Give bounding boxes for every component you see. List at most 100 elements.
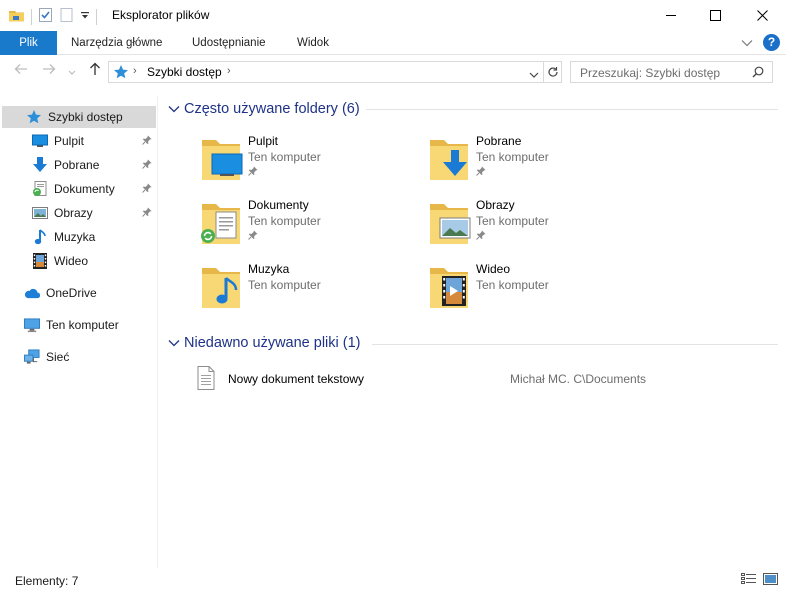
group-divider [366, 109, 778, 110]
pin-icon[interactable] [248, 166, 258, 179]
file-name: Nowy dokument tekstowy [228, 372, 365, 386]
view-switcher [741, 573, 778, 588]
folder-location: Ten komputer [476, 150, 549, 164]
group-divider [372, 344, 778, 345]
sidebar-item-label: Ten komputer [46, 318, 119, 332]
quick-access-toolbar [8, 7, 97, 26]
star-icon [26, 109, 42, 125]
folder-tile-desktop[interactable]: Pulpit Ten komputer [200, 134, 420, 190]
film-icon [32, 253, 48, 269]
chevron-down-icon [529, 72, 539, 78]
help-icon[interactable]: ? [763, 34, 780, 51]
title-bar: Eksplorator plików [0, 0, 786, 31]
refresh-icon [547, 67, 558, 77]
chevron-down-icon[interactable] [168, 336, 180, 350]
group-header-frequent-folders[interactable]: Często używane foldery (6) [168, 98, 360, 120]
sidebar-item-downloads[interactable]: Pobrane [0, 154, 158, 176]
recent-locations-button[interactable] [63, 62, 81, 80]
folder-tile-pictures[interactable]: Obrazy Ten komputer [428, 198, 648, 254]
sidebar-item-label: Wideo [54, 254, 89, 268]
tab-share[interactable]: Udostępnianie [180, 31, 278, 55]
group-title: Niedawno używane pliki (1) [184, 335, 361, 351]
chevron-down-icon [741, 39, 753, 46]
pictures-icon [32, 205, 48, 221]
address-bar[interactable]: › Szybki dostęp › [108, 61, 562, 83]
pin-icon[interactable] [142, 207, 152, 220]
close-button[interactable] [739, 0, 785, 31]
sidebar-item-music[interactable]: Muzyka [0, 226, 158, 248]
desktop-folder-icon [200, 134, 248, 182]
folder-name: Pobrane [476, 134, 522, 148]
maximize-button[interactable] [692, 0, 738, 31]
pin-icon[interactable] [142, 183, 152, 196]
documents-folder-icon [200, 198, 248, 246]
chevron-down-icon [68, 70, 76, 75]
sidebar-item-label: Muzyka [54, 230, 96, 244]
sidebar-item-documents[interactable]: Dokumenty [0, 178, 158, 200]
documents-icon [32, 181, 48, 197]
chevron-down-icon[interactable] [168, 102, 180, 116]
sidebar-item-label: Dokumenty [54, 182, 115, 196]
customize-dropdown-icon[interactable] [80, 7, 90, 26]
folder-tile-documents[interactable]: Dokumenty Ten komputer [200, 198, 420, 254]
computer-icon [24, 317, 40, 333]
folder-location: Ten komputer [248, 150, 321, 164]
properties-checkmark-icon[interactable] [38, 7, 53, 26]
refresh-button[interactable] [543, 62, 561, 82]
music-folder-icon [200, 262, 248, 310]
forward-button[interactable] [40, 62, 58, 80]
search-icon[interactable] [752, 66, 764, 81]
arrow-up-icon [90, 62, 100, 75]
pin-icon[interactable] [476, 230, 486, 243]
sidebar-item-quick-access[interactable]: Szybki dostęp [2, 106, 156, 128]
pin-icon[interactable] [142, 135, 152, 148]
group-header-recent-files[interactable]: Niedawno używane pliki (1) [168, 332, 361, 354]
folder-tile-videos[interactable]: Wideo Ten komputer [428, 262, 648, 318]
sidebar-item-pictures[interactable]: Obrazy [0, 202, 158, 224]
minimize-button[interactable] [648, 0, 694, 31]
address-history-dropdown[interactable] [529, 68, 539, 82]
sidebar-item-label: Sieć [46, 350, 70, 364]
search-placeholder: Przeszukaj: Szybki dostęp [580, 66, 721, 80]
sidebar-item-desktop[interactable]: Pulpit [0, 130, 158, 152]
sidebar-item-network[interactable]: Sieć [0, 346, 158, 368]
expand-ribbon-button[interactable] [741, 36, 753, 50]
maximize-icon [709, 10, 721, 21]
pin-icon[interactable] [248, 230, 258, 243]
downloads-folder-icon [428, 134, 476, 182]
sidebar-item-videos[interactable]: Wideo [0, 250, 158, 272]
network-icon [24, 349, 40, 365]
status-bar: Elementy: 7 [0, 568, 786, 593]
sidebar-item-onedrive[interactable]: OneDrive [0, 282, 158, 304]
folder-location: Ten komputer [476, 278, 549, 292]
list-item[interactable]: Nowy dokument tekstowy Michał MC. C\Docu… [196, 366, 756, 390]
sidebar-item-this-pc[interactable]: Ten komputer [0, 314, 158, 336]
tab-file[interactable]: Plik [0, 31, 57, 55]
up-button[interactable] [86, 62, 104, 80]
tab-view[interactable]: Widok [285, 31, 341, 55]
search-input[interactable]: Przeszukaj: Szybki dostęp [570, 61, 773, 83]
ribbon: Plik Narzędzia główne Udostępnianie Wido… [0, 31, 786, 55]
navigation-row: › Szybki dostęp › Przeszukaj: Szybki dos… [0, 56, 786, 88]
pin-icon[interactable] [142, 159, 152, 172]
new-document-icon[interactable] [59, 7, 74, 26]
folder-name: Pulpit [248, 134, 279, 148]
folder-tile-downloads[interactable]: Pobrane Ten komputer [428, 134, 648, 190]
folder-name: Wideo [476, 262, 511, 276]
download-arrow-icon [32, 157, 48, 173]
close-icon [756, 10, 768, 21]
group-title: Często używane foldery (6) [184, 101, 360, 117]
cloud-icon [24, 285, 40, 301]
breadcrumb[interactable]: Szybki dostęp [147, 65, 222, 79]
back-button[interactable] [12, 62, 30, 80]
sidebar-item-label: Pulpit [54, 134, 85, 148]
folder-icon[interactable] [8, 7, 25, 26]
pin-icon[interactable] [476, 166, 486, 179]
breadcrumb-separator-icon[interactable]: › [227, 65, 231, 77]
large-icons-view-icon[interactable] [763, 573, 778, 588]
item-count: Elementy: 7 [15, 574, 79, 588]
folder-tile-music[interactable]: Muzyka Ten komputer [200, 262, 420, 318]
tab-home[interactable]: Narzędzia główne [59, 31, 174, 55]
folder-location: Ten komputer [248, 278, 321, 292]
details-view-icon[interactable] [741, 573, 757, 588]
